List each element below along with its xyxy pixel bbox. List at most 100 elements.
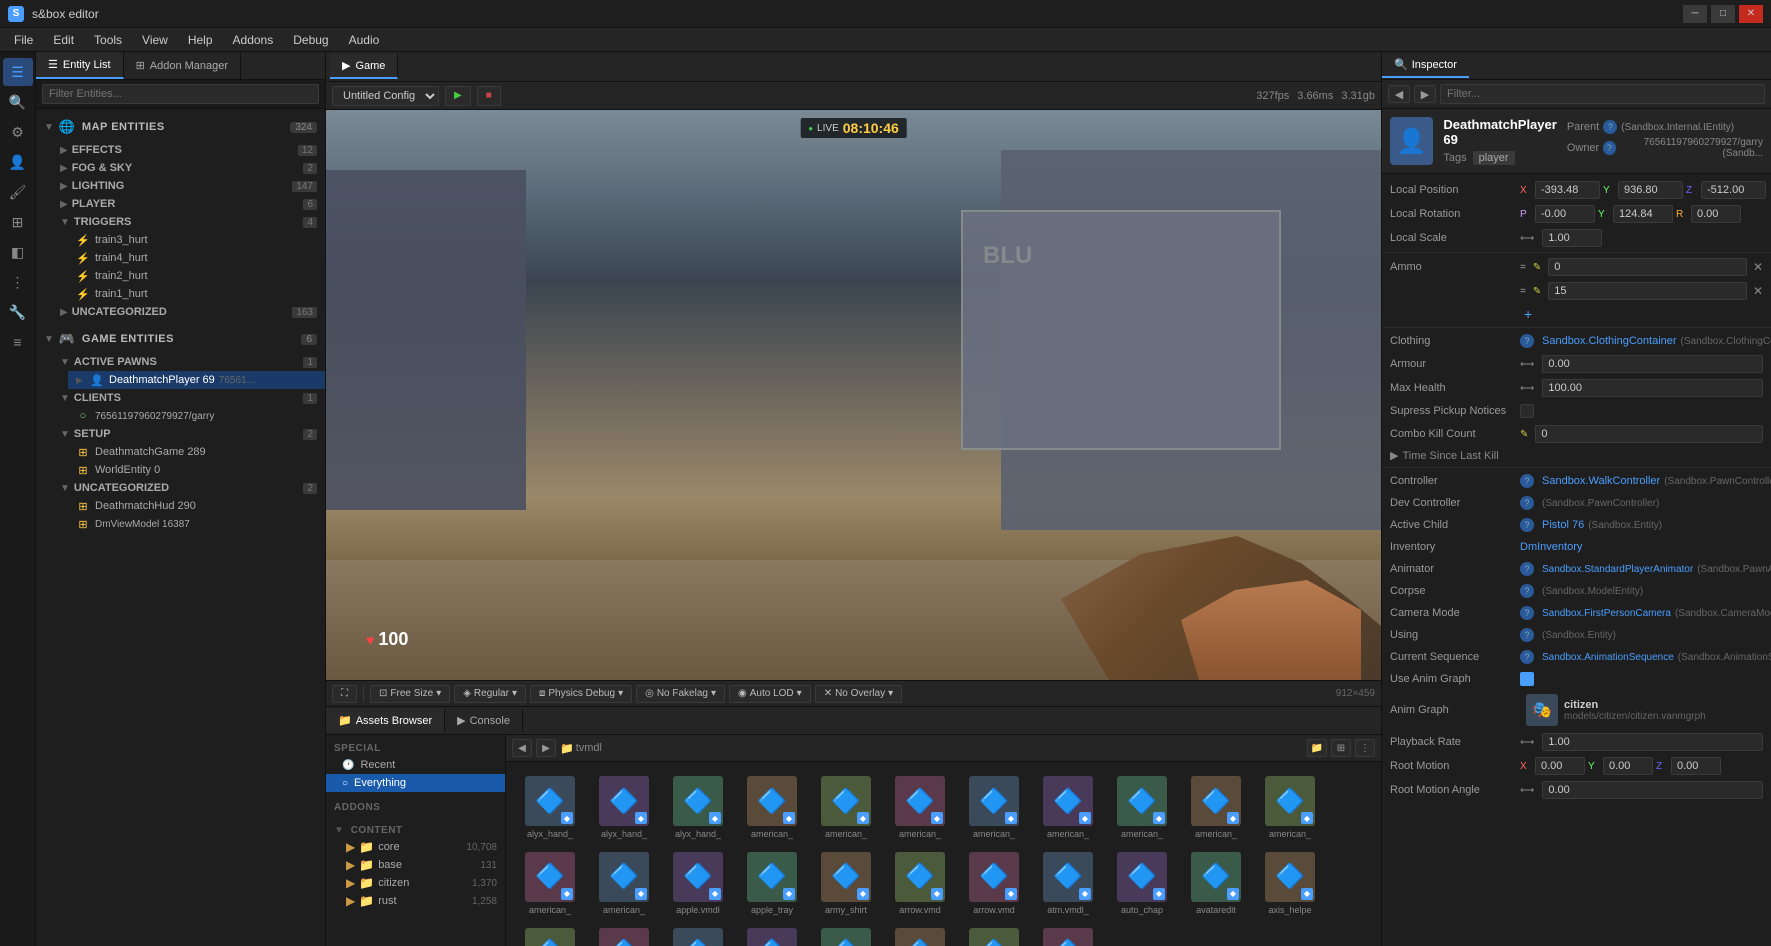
menu-item-addons[interactable]: Addons bbox=[223, 31, 284, 49]
prop-time-since-kill[interactable]: ▶ Time Since Last Kill bbox=[1382, 446, 1771, 465]
camera-mode-link[interactable]: Sandbox.FirstPersonCamera bbox=[1542, 608, 1671, 619]
sidebar-icon-person[interactable]: 👤 bbox=[3, 148, 33, 176]
menu-item-debug[interactable]: Debug bbox=[283, 31, 338, 49]
entity-train4-hurt[interactable]: ⚡ train4_hurt bbox=[68, 249, 325, 267]
max-health-input[interactable] bbox=[1542, 379, 1763, 397]
asset-item-23[interactable]: 🔷◆balaclaw_ bbox=[590, 924, 658, 946]
subheader-player[interactable]: ▶ PLAYER 6 bbox=[52, 195, 325, 213]
asset-item-3[interactable]: 🔷◆american_ bbox=[738, 772, 806, 844]
subheader-setup[interactable]: ▼ SETUP 2 bbox=[52, 425, 325, 443]
asset-item-18[interactable]: 🔷◆atm.vmdl_ bbox=[1034, 848, 1102, 920]
current-sequence-link[interactable]: Sandbox.AnimationSequence bbox=[1542, 652, 1674, 663]
asset-item-21[interactable]: 🔷◆axis_helpe bbox=[1256, 848, 1324, 920]
asset-item-7[interactable]: 🔷◆american_ bbox=[1034, 772, 1102, 844]
entity-dm-viewmodel[interactable]: ⊞ DmViewModel 16387 bbox=[68, 515, 325, 533]
active-child-link[interactable]: Pistol 76 bbox=[1542, 519, 1584, 531]
menu-item-file[interactable]: File bbox=[4, 31, 43, 49]
subheader-fog-sky[interactable]: ▶ FOG & SKY 2 bbox=[52, 159, 325, 177]
entity-deathmatch-hud[interactable]: ⊞ DeathmatchHud 290 bbox=[68, 497, 325, 515]
owner-help-icon[interactable]: ? bbox=[1603, 141, 1615, 155]
folder-citizen[interactable]: ▶ 📁 citizen 1,370 bbox=[326, 874, 505, 892]
minimize-button[interactable]: ─ bbox=[1683, 5, 1707, 23]
fullscreen-button[interactable]: ⛶ bbox=[332, 685, 357, 703]
assets-item-recent[interactable]: 🕐 Recent bbox=[326, 756, 505, 774]
sidebar-icon-settings[interactable]: ⚙ bbox=[3, 118, 33, 146]
subheader-uncategorized-game[interactable]: ▼ UNCATEGORIZED 2 bbox=[52, 479, 325, 497]
controller-link[interactable]: Sandbox.WalkController bbox=[1542, 475, 1660, 487]
viewport[interactable]: BLU ● LIVE 08:10:46 ♥ 100 bbox=[326, 110, 1381, 680]
menu-item-help[interactable]: Help bbox=[178, 31, 223, 49]
entity-world-entity[interactable]: ⊞ WorldEntity 0 bbox=[68, 461, 325, 479]
asset-item-6[interactable]: 🔷◆american_ bbox=[960, 772, 1028, 844]
tab-entity-list[interactable]: ☰ Entity List bbox=[36, 52, 124, 79]
sidebar-icon-tools[interactable]: 🔧 bbox=[3, 298, 33, 326]
subheader-effects[interactable]: ▶ EFFECTS 12 bbox=[52, 141, 325, 159]
pos-y-input[interactable] bbox=[1618, 181, 1683, 199]
fakelag-button[interactable]: ◎ No Fakelag ▾ bbox=[636, 685, 725, 703]
asset-item-28[interactable]: 🔷◆banana_tr_ bbox=[960, 924, 1028, 946]
rot-p-input[interactable] bbox=[1535, 205, 1595, 223]
subheader-triggers[interactable]: ▼ TRIGGERS 4 bbox=[52, 213, 325, 231]
menu-item-tools[interactable]: Tools bbox=[84, 31, 132, 49]
sidebar-icon-grid[interactable]: ⊞ bbox=[3, 208, 33, 236]
maximize-button[interactable]: □ bbox=[1711, 5, 1735, 23]
pos-z-input[interactable] bbox=[1701, 181, 1766, 199]
asset-item-5[interactable]: 🔷◆american_ bbox=[886, 772, 954, 844]
animator-link[interactable]: Sandbox.StandardPlayerAnimator bbox=[1542, 564, 1693, 575]
nav-forward-button[interactable]: ▶ bbox=[536, 739, 556, 757]
asset-item-29[interactable]: 🔷◆barbudez_ bbox=[1034, 924, 1102, 946]
asset-item-0[interactable]: 🔷◆alyx_hand_ bbox=[516, 772, 584, 844]
armour-input[interactable] bbox=[1542, 355, 1763, 373]
sidebar-icon-sliders[interactable]: ≡ bbox=[3, 328, 33, 356]
ammo-2-clear[interactable]: ✕ bbox=[1753, 284, 1763, 298]
asset-item-26[interactable]: 🔷◆ballontall_ bbox=[812, 924, 880, 946]
size-button[interactable]: ⊡ Free Size ▾ bbox=[370, 685, 450, 703]
root-motion-x[interactable] bbox=[1535, 757, 1585, 775]
asset-item-17[interactable]: 🔷◆arrow.vmd bbox=[960, 848, 1028, 920]
grid-view-button[interactable]: ⊞ bbox=[1331, 739, 1351, 757]
more-options-button[interactable]: ⋮ bbox=[1355, 739, 1375, 757]
asset-item-19[interactable]: 🔷◆auto_chap bbox=[1108, 848, 1176, 920]
entity-train2-hurt[interactable]: ⚡ train2_hurt bbox=[68, 267, 325, 285]
sidebar-icon-entities[interactable]: ☰ bbox=[3, 58, 33, 86]
rot-r-input[interactable] bbox=[1691, 205, 1741, 223]
asset-item-14[interactable]: 🔷◆apple_tray bbox=[738, 848, 806, 920]
asset-item-1[interactable]: 🔷◆alyx_hand_ bbox=[590, 772, 658, 844]
inventory-link[interactable]: DmInventory bbox=[1520, 541, 1582, 553]
entity-deathmatch-game[interactable]: ⊞ DeathmatchGame 289 bbox=[68, 443, 325, 461]
entity-client-garry[interactable]: ○ 76561197960279927/garry bbox=[68, 407, 325, 425]
tab-inspector[interactable]: 🔍 Inspector bbox=[1382, 53, 1469, 78]
tab-game[interactable]: ▶ Game bbox=[330, 54, 398, 79]
inspector-forward-button[interactable]: ▶ bbox=[1414, 85, 1436, 103]
tab-addon-manager[interactable]: ⊞ Addon Manager bbox=[124, 52, 242, 79]
quality-button[interactable]: ◈ Regular ▾ bbox=[454, 685, 526, 703]
subheader-uncategorized-map[interactable]: ▶ UNCATEGORIZED 163 bbox=[52, 303, 325, 321]
stop-button[interactable]: ■ bbox=[477, 86, 501, 106]
inspector-back-button[interactable]: ◀ bbox=[1388, 85, 1410, 103]
asset-item-12[interactable]: 🔷◆american_ bbox=[590, 848, 658, 920]
ammo-2-input[interactable] bbox=[1548, 282, 1747, 300]
config-select[interactable]: Untitled Config bbox=[332, 86, 439, 106]
asset-item-15[interactable]: 🔷◆army_shirt bbox=[812, 848, 880, 920]
folder-rust[interactable]: ▶ 📁 rust 1,258 bbox=[326, 892, 505, 910]
asset-item-20[interactable]: 🔷◆avataredit bbox=[1182, 848, 1250, 920]
clothing-link[interactable]: Sandbox.ClothingContainer bbox=[1542, 335, 1677, 347]
asset-item-11[interactable]: 🔷◆american_ bbox=[516, 848, 584, 920]
rot-y-input[interactable] bbox=[1613, 205, 1673, 223]
close-button[interactable]: ✕ bbox=[1739, 5, 1763, 23]
play-button[interactable]: ▶ bbox=[445, 86, 471, 106]
overlay-button[interactable]: ✕ No Overlay ▾ bbox=[815, 685, 902, 703]
ammo-clear-btn[interactable]: ✕ bbox=[1753, 260, 1763, 274]
folder-base[interactable]: ▶ 📁 base 131 bbox=[326, 856, 505, 874]
sidebar-icon-search[interactable]: 🔍 bbox=[3, 88, 33, 116]
ammo-input[interactable] bbox=[1548, 258, 1747, 276]
inspector-search[interactable] bbox=[1440, 84, 1765, 104]
entity-train3-hurt[interactable]: ⚡ train3_hurt bbox=[68, 231, 325, 249]
debug-button[interactable]: ⧈ Physics Debug ▾ bbox=[530, 685, 632, 703]
asset-item-4[interactable]: 🔷◆american_ bbox=[812, 772, 880, 844]
asset-item-16[interactable]: 🔷◆arrow.vmd bbox=[886, 848, 954, 920]
suppress-pickup-checkbox[interactable] bbox=[1520, 404, 1534, 418]
asset-item-24[interactable]: 🔷◆balloone_ bbox=[664, 924, 732, 946]
menu-item-edit[interactable]: Edit bbox=[43, 31, 84, 49]
root-motion-z[interactable] bbox=[1671, 757, 1721, 775]
